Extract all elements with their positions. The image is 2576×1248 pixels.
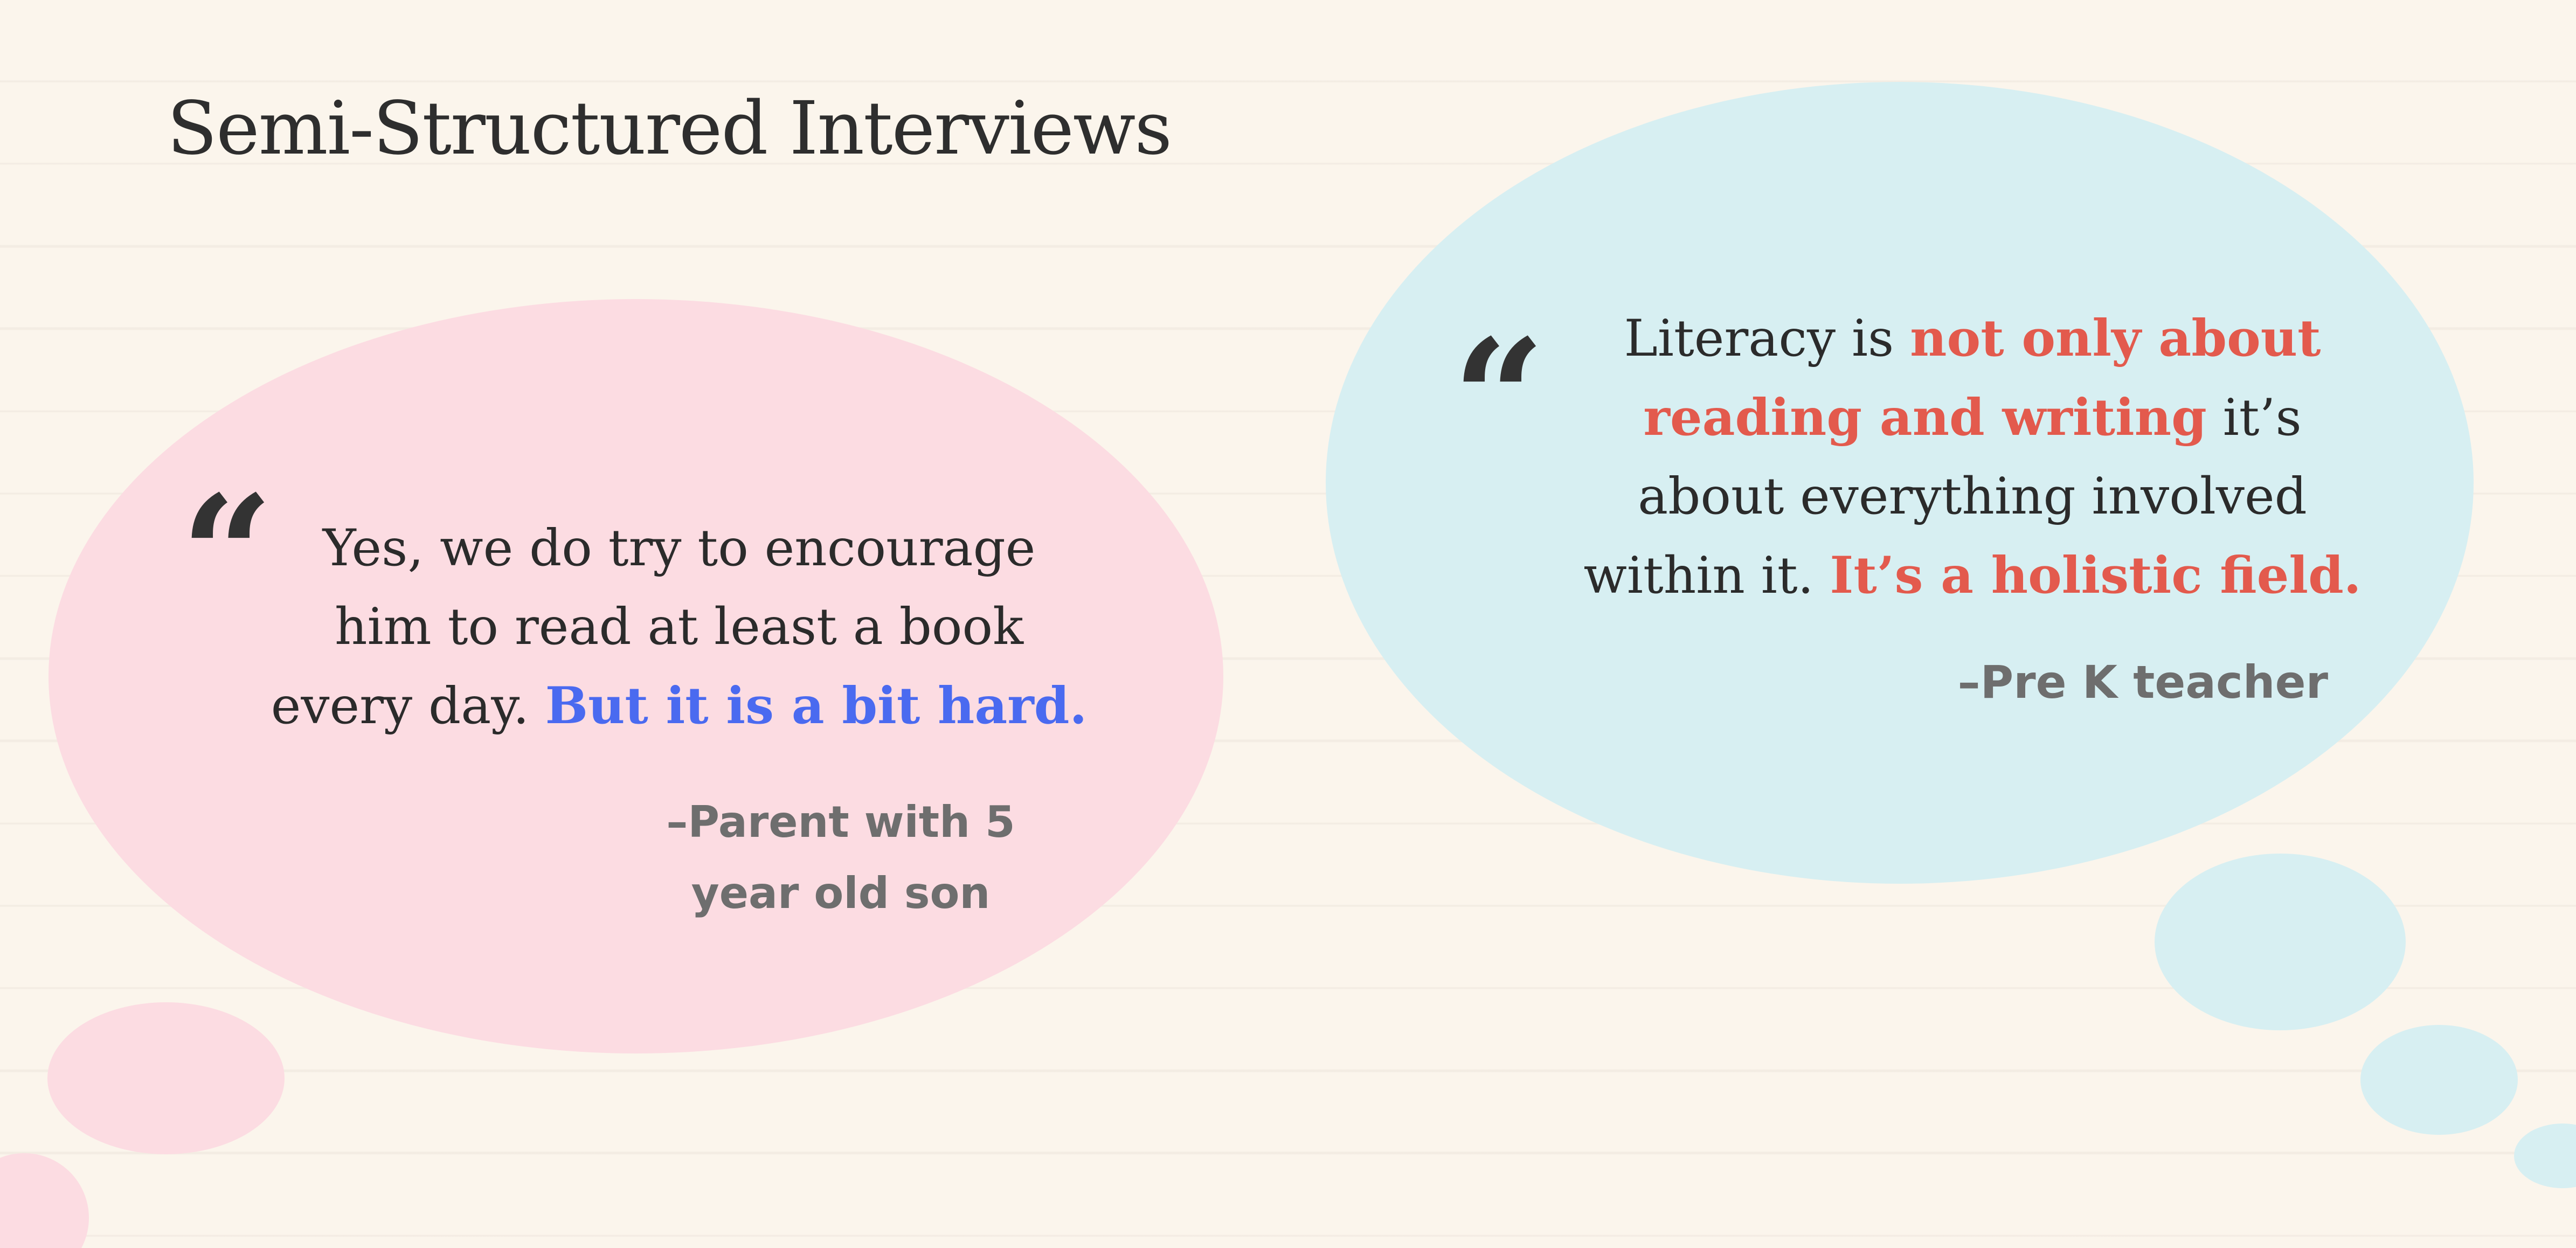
blue-thought-bubble-medium (2155, 854, 2406, 1030)
highlighted-phrase: But it is a bit hard. (545, 676, 1088, 736)
pink-thought-bubble-tiny (0, 1153, 89, 1248)
blue-thought-bubble-small (2360, 1025, 2518, 1135)
teacher-quote-text: Literacy is not only about reading and w… (1520, 299, 2425, 615)
parent-attribution: –Parent with 5 year old son (666, 797, 1015, 918)
quote-line: reading and writing it’s (1643, 388, 2302, 447)
parent-quote-text: Yes, we do try to encourage him to read … (259, 509, 1099, 746)
quote-line: every day. But it is a bit hard. (271, 676, 1088, 736)
page-title: Semi-Structured Interviews (167, 86, 1172, 171)
highlighted-phrase: reading and writing (1643, 388, 2207, 447)
quote-line: him to read at least a book (334, 598, 1024, 656)
quote-line: within it. It’s a holistic field. (1583, 546, 2362, 605)
quote-line: Yes, we do try to encourage (322, 519, 1036, 578)
highlighted-phrase: It’s a holistic field. (1830, 546, 2362, 605)
blue-thought-bubble-tiny (2514, 1124, 2576, 1188)
quote-line: about everything involved (1638, 467, 2307, 526)
quote-line: Literacy is not only about (1624, 309, 2321, 368)
highlighted-phrase: not only about (1910, 309, 2321, 368)
teacher-attribution: –Pre K teacher (1957, 656, 2328, 709)
pink-thought-bubble-small (47, 1002, 285, 1154)
